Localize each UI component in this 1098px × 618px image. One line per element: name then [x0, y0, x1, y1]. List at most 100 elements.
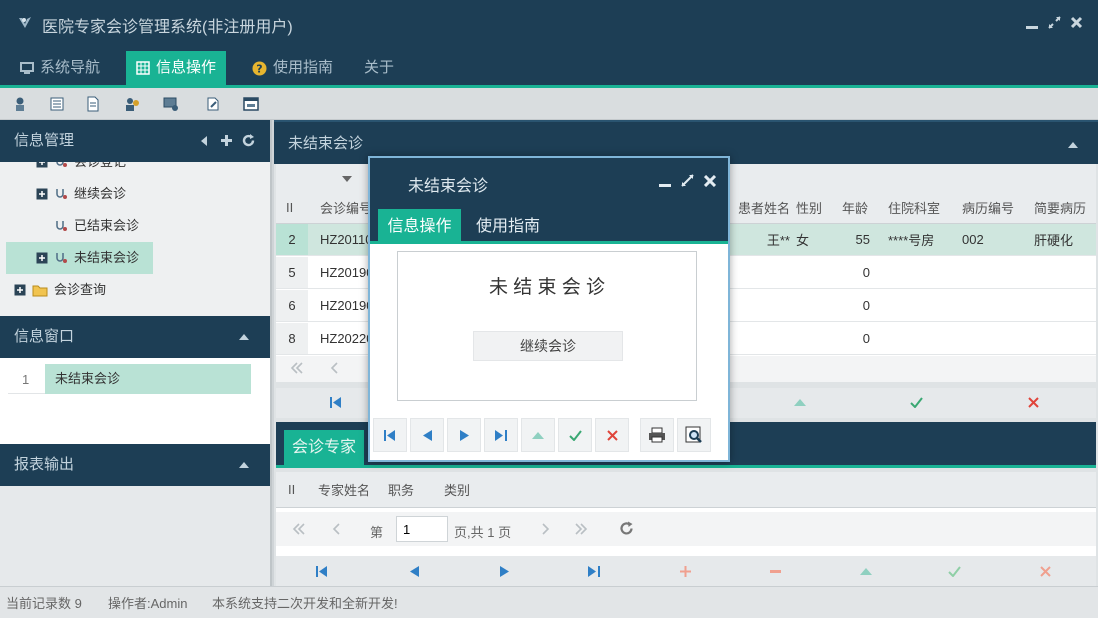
first-record-icon[interactable] — [316, 566, 328, 577]
confirm-icon[interactable] — [910, 397, 923, 408]
row-id: 5 — [276, 257, 308, 288]
next-record-icon[interactable] — [500, 566, 509, 577]
col-header[interactable]: 患者姓名 — [732, 192, 790, 223]
stethoscope-icon — [54, 187, 68, 201]
prev-page-icon[interactable] — [330, 362, 338, 374]
list-icon[interactable] — [44, 93, 70, 115]
col-header[interactable]: 病历编号 — [962, 192, 1018, 223]
minimize-icon[interactable] — [658, 175, 672, 189]
preview-button[interactable] — [677, 418, 711, 452]
first-record-button[interactable] — [373, 418, 407, 452]
close-icon[interactable] — [1070, 16, 1083, 29]
tree-item-continue[interactable]: 继续会诊 — [36, 178, 126, 210]
stethoscope-icon — [54, 219, 68, 233]
delete-button[interactable] — [595, 418, 629, 452]
collapse-left-icon[interactable] — [200, 135, 208, 147]
delete-icon[interactable] — [1040, 566, 1051, 577]
move-up-icon[interactable] — [860, 568, 872, 575]
col-header[interactable]: 年龄 — [842, 192, 870, 223]
list-label: 未结束会诊 — [45, 364, 251, 394]
move-up-button[interactable] — [521, 418, 555, 452]
tree-item-unfinished[interactable]: 未结束会诊 — [6, 242, 153, 274]
continue-consult-button[interactable]: 继续会诊 — [473, 331, 623, 361]
dialog-titlebar: 未结束会诊 — [370, 158, 728, 204]
app-logo-icon — [16, 14, 34, 32]
main-grid-title: 未结束会诊 — [288, 135, 364, 152]
first-page-icon[interactable] — [290, 362, 304, 374]
dialog-tab-info[interactable]: 信息操作 — [378, 209, 461, 244]
tab-about[interactable]: 关于 — [354, 51, 404, 85]
tree-label: 未结束会诊 — [74, 250, 140, 265]
list-item[interactable]: 1 未结束会诊 — [8, 364, 251, 394]
dropdown-icon[interactable] — [342, 176, 352, 182]
status-note: 本系统支持二次开发和全新开发! — [212, 596, 398, 611]
delete-icon[interactable] — [1028, 397, 1039, 408]
last-page-icon[interactable] — [574, 523, 588, 535]
tab-expert[interactable]: 会诊专家 — [284, 430, 364, 465]
col-header[interactable]: II — [286, 192, 308, 223]
dialog-title: 未结束会诊 — [408, 178, 489, 195]
next-page-icon[interactable] — [542, 523, 550, 535]
print-button[interactable] — [640, 418, 674, 452]
confirm-button[interactable] — [558, 418, 592, 452]
tab-label: 系统导航 — [40, 59, 101, 76]
remove-icon[interactable] — [770, 570, 781, 573]
tab-system-nav[interactable]: 系统导航 — [10, 51, 110, 85]
minimize-icon[interactable] — [1025, 16, 1039, 30]
confirm-icon[interactable] — [948, 566, 961, 577]
first-record-icon — [384, 429, 396, 441]
first-page-icon[interactable] — [292, 523, 306, 535]
document-icon[interactable] — [80, 93, 106, 115]
users-icon[interactable] — [120, 93, 146, 115]
expand-icon[interactable] — [14, 284, 26, 296]
tree-item-query[interactable]: 会诊查询 — [14, 274, 106, 306]
collapse-up-icon[interactable] — [238, 461, 250, 469]
col-header[interactable]: 简要病历 — [1034, 192, 1090, 223]
tree-item-register[interactable]: 会诊登记 — [36, 162, 126, 178]
prev-record-icon[interactable] — [410, 566, 419, 577]
page-input[interactable] — [396, 516, 448, 542]
add-icon[interactable] — [680, 566, 691, 577]
dialog-content-box: 未 结 束 会 诊 继续会诊 — [397, 251, 697, 401]
col-header[interactable]: 职务 — [388, 472, 428, 507]
tree-label: 会诊查询 — [54, 282, 107, 297]
expand-icon[interactable] — [36, 188, 48, 200]
tab-user-guide[interactable]: ? 使用指南 — [242, 51, 343, 85]
last-record-icon[interactable] — [588, 566, 600, 577]
refresh-icon[interactable] — [242, 134, 255, 147]
close-icon[interactable] — [704, 175, 716, 187]
dialog-tabs: 信息操作 使用指南 — [370, 204, 728, 244]
prev-record-button[interactable] — [410, 418, 444, 452]
expand-icon[interactable] — [36, 252, 48, 264]
tab-label: 关于 — [364, 59, 395, 76]
move-up-icon[interactable] — [794, 399, 806, 406]
last-record-button[interactable] — [484, 418, 518, 452]
plus-icon[interactable] — [220, 134, 233, 147]
maximize-icon[interactable] — [680, 173, 695, 188]
col-header[interactable]: II — [288, 472, 308, 507]
dialog-tab-guide[interactable]: 使用指南 — [476, 209, 540, 244]
user-search-icon[interactable] — [8, 93, 34, 115]
col-header[interactable]: 专家姓名 — [318, 472, 368, 507]
info-mgmt-header: 信息管理 — [0, 120, 270, 162]
col-header[interactable]: 类别 — [444, 472, 484, 507]
window-icon[interactable] — [238, 93, 264, 115]
tab-info-ops[interactable]: 信息操作 — [126, 51, 227, 85]
prev-page-icon[interactable] — [332, 523, 340, 535]
folder-icon — [32, 284, 48, 297]
next-record-button[interactable] — [447, 418, 481, 452]
move-up-icon — [532, 431, 544, 439]
tree-item-finished[interactable]: 已结束会诊 — [54, 210, 139, 242]
collapse-up-icon[interactable] — [238, 333, 250, 341]
col-header[interactable]: 性别 — [796, 192, 824, 223]
first-record-icon[interactable] — [330, 397, 342, 408]
edit-icon[interactable] — [200, 93, 226, 115]
row-id: 8 — [276, 323, 308, 354]
col-header[interactable]: 住院科室 — [888, 192, 948, 223]
restore-icon[interactable] — [1047, 15, 1062, 30]
expand-icon[interactable] — [36, 162, 48, 168]
collapse-up-icon[interactable] — [1067, 141, 1079, 149]
col-header[interactable]: 会诊编号 — [320, 192, 370, 223]
refresh-icon[interactable] — [619, 521, 634, 536]
monitor-settings-icon[interactable] — [158, 93, 184, 115]
